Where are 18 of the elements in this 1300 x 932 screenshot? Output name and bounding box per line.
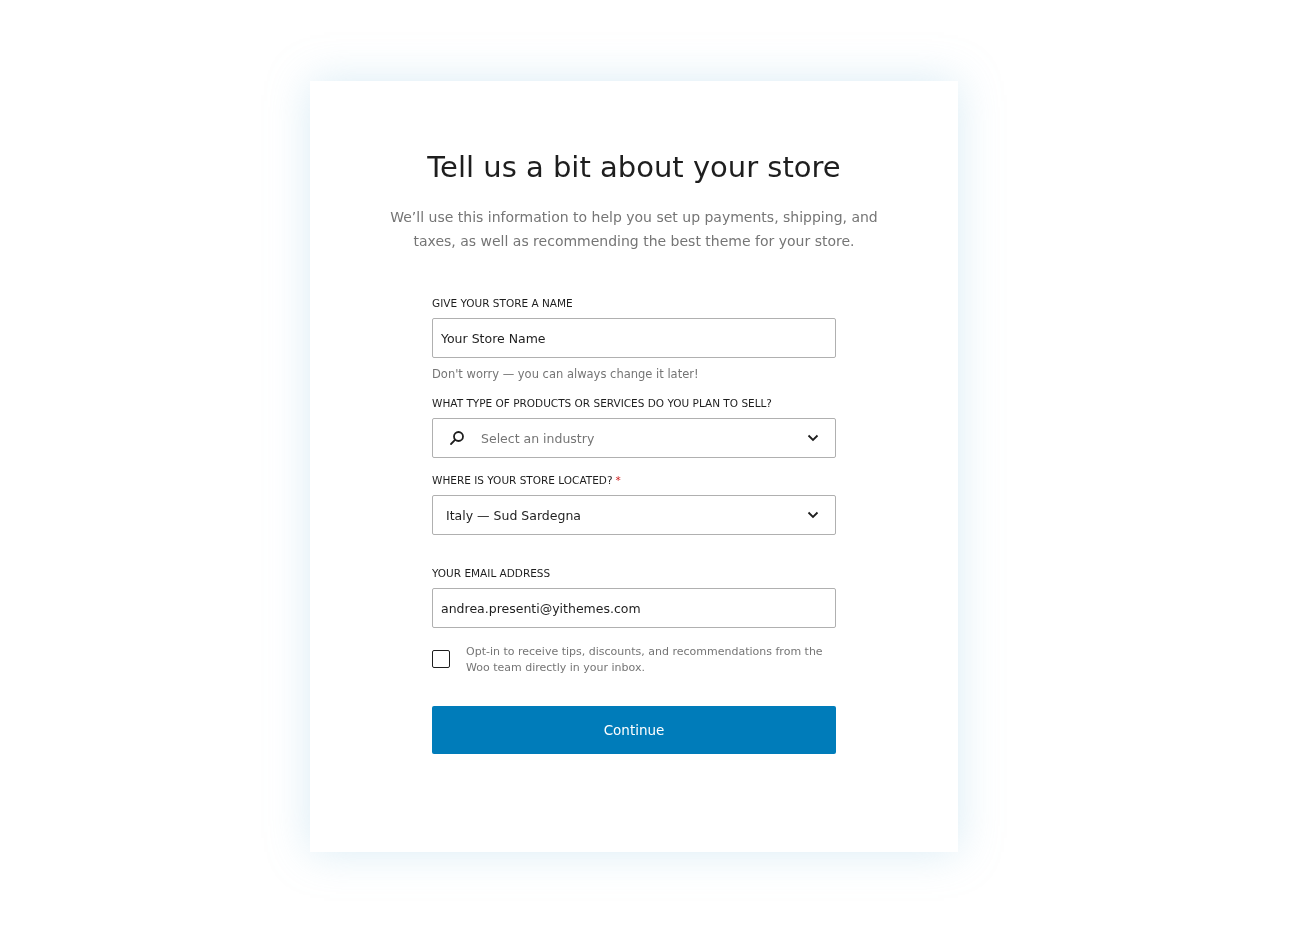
continue-button[interactable]: Continue xyxy=(432,706,836,754)
required-mark: * xyxy=(615,474,621,486)
input-field[interactable]: andrea.presenti@yithemes.com xyxy=(432,588,836,628)
field-label: GIVE YOUR STORE A NAME xyxy=(432,297,573,309)
industry-select[interactable]: Select an industry xyxy=(432,418,836,458)
field-label: WHAT TYPE OF PRODUCTS OR SERVICES DO YOU PLAN TO SELL? xyxy=(432,397,772,409)
opt-in-label: Opt-in to receive tips, discounts, and recommendations from the Woo team directly in your inbox. xyxy=(466,644,824,676)
search-icon xyxy=(449,430,465,446)
opt-in-checkbox[interactable] xyxy=(432,650,450,668)
subtitle: We’ll use this information to help you set up payments, shipping, and taxes, as well as recommending the best theme for your store. xyxy=(389,208,879,251)
location-select[interactable]: Italy — Sud Sardegna xyxy=(432,495,836,535)
page-title: Tell us a bit about your store xyxy=(426,149,842,186)
field-label: WHERE IS YOUR STORE LOCATED? xyxy=(432,474,613,486)
field-label: YOUR EMAIL ADDRESS xyxy=(432,567,551,579)
chevron-down-icon xyxy=(807,511,819,519)
chevron-down-icon xyxy=(807,434,819,442)
input-field[interactable]: Your Store Name xyxy=(432,318,836,358)
help-text: Don't worry — you can always change it later! xyxy=(432,367,700,381)
